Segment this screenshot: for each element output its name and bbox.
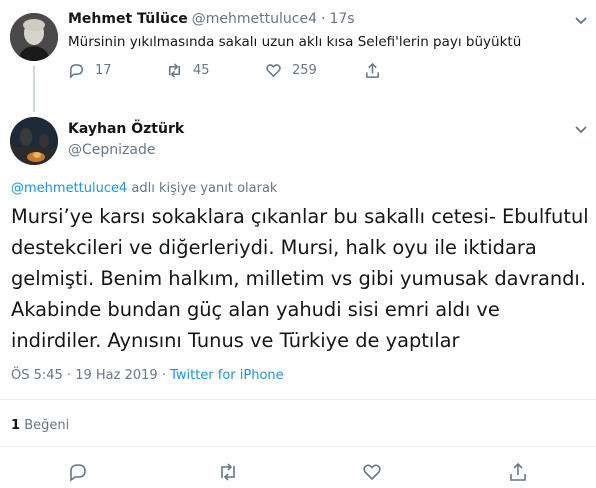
main-avatar[interactable] <box>10 117 58 165</box>
main-author-name[interactable]: Kayhan Öztürk <box>68 121 184 137</box>
parent-avatar[interactable] <box>10 13 58 61</box>
main-tweet-text: Mursi’ye karsı sokaklara çıkanlar bu sak… <box>11 205 589 352</box>
like-label: Beğeni <box>24 418 70 433</box>
heart-icon <box>266 64 281 78</box>
parent-tweet-text: Mürsinin yıkılmasında sakalı uzun aklı k… <box>68 34 522 50</box>
parent-author-handle[interactable]: @mehmettuluce4 <box>192 11 317 27</box>
reply-icon <box>70 64 83 79</box>
parent-share-button[interactable] <box>364 62 391 79</box>
heart-icon <box>363 464 381 481</box>
parent-like-count: 259 <box>292 63 317 78</box>
parent-author-name[interactable]: Mehmet Tülüce <box>68 11 188 27</box>
reply-button[interactable] <box>68 462 88 486</box>
parent-retweet-button[interactable]: 45 <box>166 62 210 79</box>
parent-like-button[interactable]: 259 <box>265 62 317 79</box>
likes-summary[interactable]: 1 Beğeni <box>11 418 69 433</box>
share-icon <box>366 62 379 78</box>
reply-context: @mehmettuluce4 adlı kişiye yanıt olarak <box>11 181 277 196</box>
parent-actions: 17 45 259 <box>68 62 398 82</box>
reply-icon <box>70 464 86 482</box>
main-author-handle[interactable]: @Cepnizade <box>68 142 155 158</box>
chevron-down-icon[interactable] <box>574 14 588 28</box>
tweet-metadata: ÖS 5:45 · 19 Haz 2019 · Twitter for iPho… <box>11 368 284 383</box>
main-actions <box>0 462 596 486</box>
tweet-source-link[interactable]: Twitter for iPhone <box>170 368 284 383</box>
retweet-icon <box>169 63 180 78</box>
retweet-button[interactable] <box>218 462 238 486</box>
divider <box>0 446 596 447</box>
parent-reply-button[interactable]: 17 <box>68 62 112 79</box>
share-button[interactable] <box>508 462 528 486</box>
like-count: 1 <box>11 418 21 433</box>
tweet-timestamp[interactable]: ÖS 5:45 · 19 Haz 2019 · <box>11 368 170 383</box>
like-button[interactable] <box>362 462 382 486</box>
thread-connector <box>33 66 35 112</box>
share-icon <box>510 462 526 481</box>
parent-time[interactable]: 17s <box>329 11 354 27</box>
reply-to-suffix: adlı kişiye yanıt olarak <box>131 181 278 196</box>
divider <box>0 399 596 400</box>
retweet-icon <box>221 463 235 481</box>
parent-retweet-count: 45 <box>193 63 210 78</box>
parent-reply-count: 17 <box>95 63 112 78</box>
reply-to-link[interactable]: @mehmettuluce4 <box>11 181 127 196</box>
chevron-down-icon[interactable] <box>574 123 588 137</box>
parent-author[interactable]: Mehmet Tülüce @mehmettuluce4 · 17s <box>68 11 355 27</box>
parent-time-separator: · <box>321 11 326 27</box>
